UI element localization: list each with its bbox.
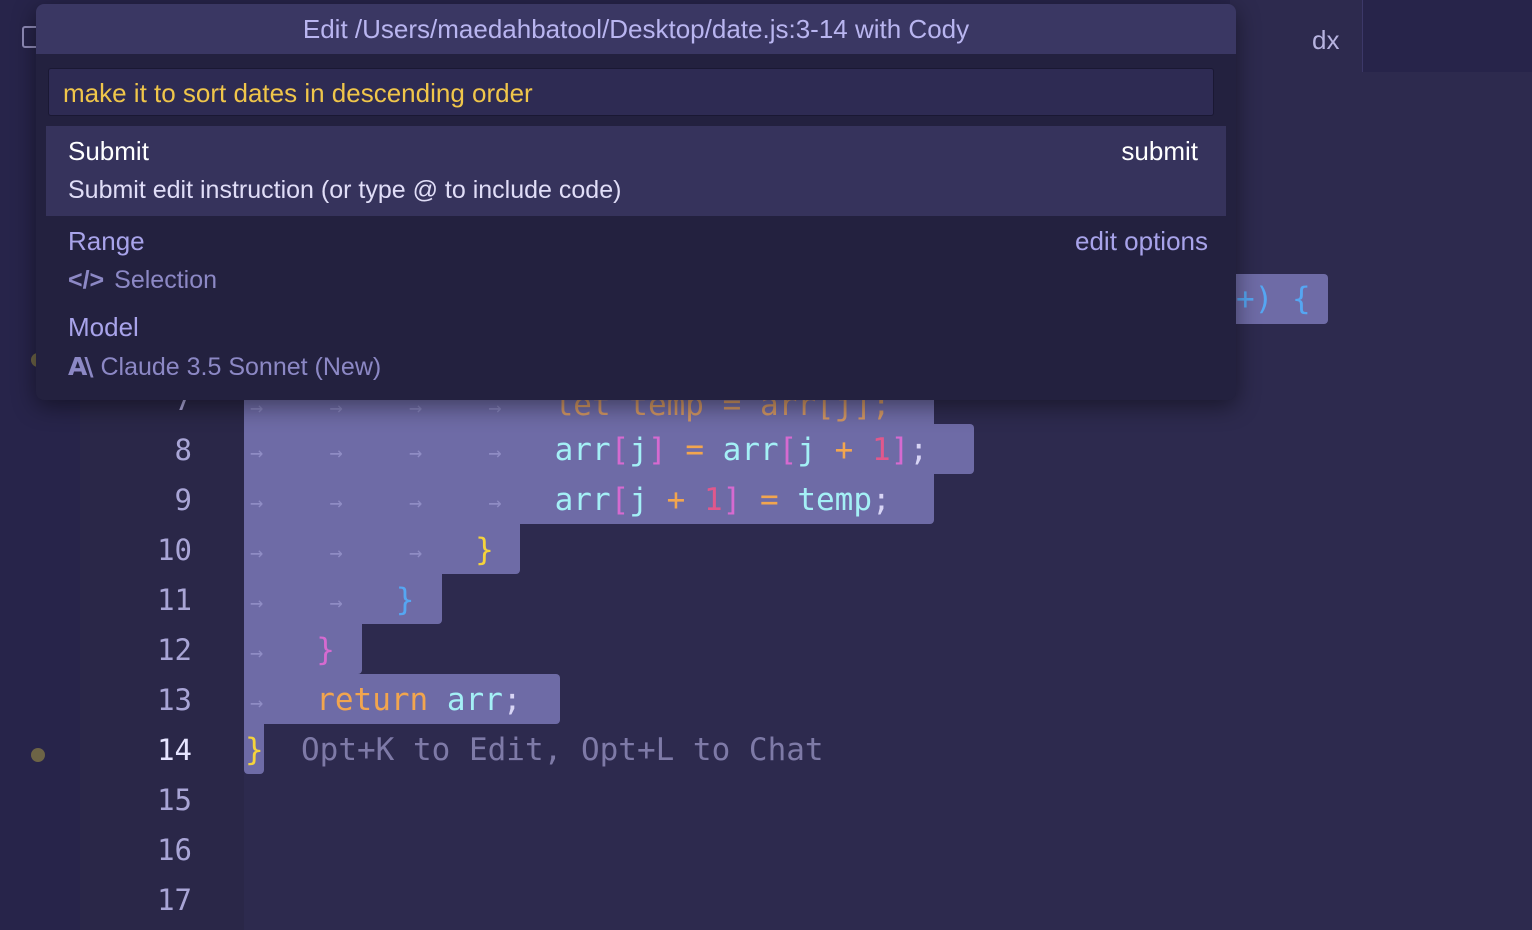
code-line-8: → → → → arr[j] = arr[j + 1]; [250,432,929,468]
editor-tab[interactable]: dx [1230,0,1363,72]
line-number: 16 [157,833,192,867]
code-line-11: → → } [250,582,415,618]
code-line-14: } Opt+K to Edit, Opt+L to Chat [245,732,824,768]
code-token: +) { [1236,281,1311,317]
line-number: 10 [157,533,192,567]
modified-dot-icon [31,748,45,762]
code-line-6-fragment: +) { [1236,274,1311,324]
submit-description: Submit edit instruction (or type @ to in… [68,176,622,204]
line-number: 8 [174,433,192,467]
model-header: Model [68,312,139,342]
inline-hint: Opt+K to Edit, Opt+L to Chat [301,732,824,768]
range-option-selection[interactable]: </> Selection [68,266,217,295]
line-number: 13 [157,683,192,717]
line-number: 9 [174,483,192,517]
line-number: 11 [157,583,192,617]
code-icon: </> [68,266,105,294]
submit-option[interactable]: Submit submit Submit edit instruction (o… [46,126,1226,216]
edit-instruction-input[interactable]: make it to sort dates in descending orde… [48,68,1214,116]
code-line-12: → } [250,632,335,668]
submit-tag: submit [1121,136,1198,166]
line-number: 17 [157,883,192,917]
edit-options-tag: edit options [1075,226,1208,256]
quick-input-title: Edit /Users/maedahbatool/Desktop/date.js… [36,4,1236,54]
line-number: 15 [157,783,192,817]
code-line-13: → return arr; [250,682,522,718]
code-line-10: → → → } [250,532,494,568]
code-line-9: → → → → arr[j + 1] = temp; [250,482,891,518]
cody-edit-quick-input: Edit /Users/maedahbatool/Desktop/date.js… [36,4,1236,400]
line-number: 12 [157,633,192,667]
submit-label: Submit [68,136,149,166]
line-number-active: 14 [157,733,192,767]
model-option[interactable]: A\ Claude 3.5 Sonnet (New) [68,352,381,382]
range-header: Range [68,226,145,256]
anthropic-icon: A\ [68,352,94,381]
